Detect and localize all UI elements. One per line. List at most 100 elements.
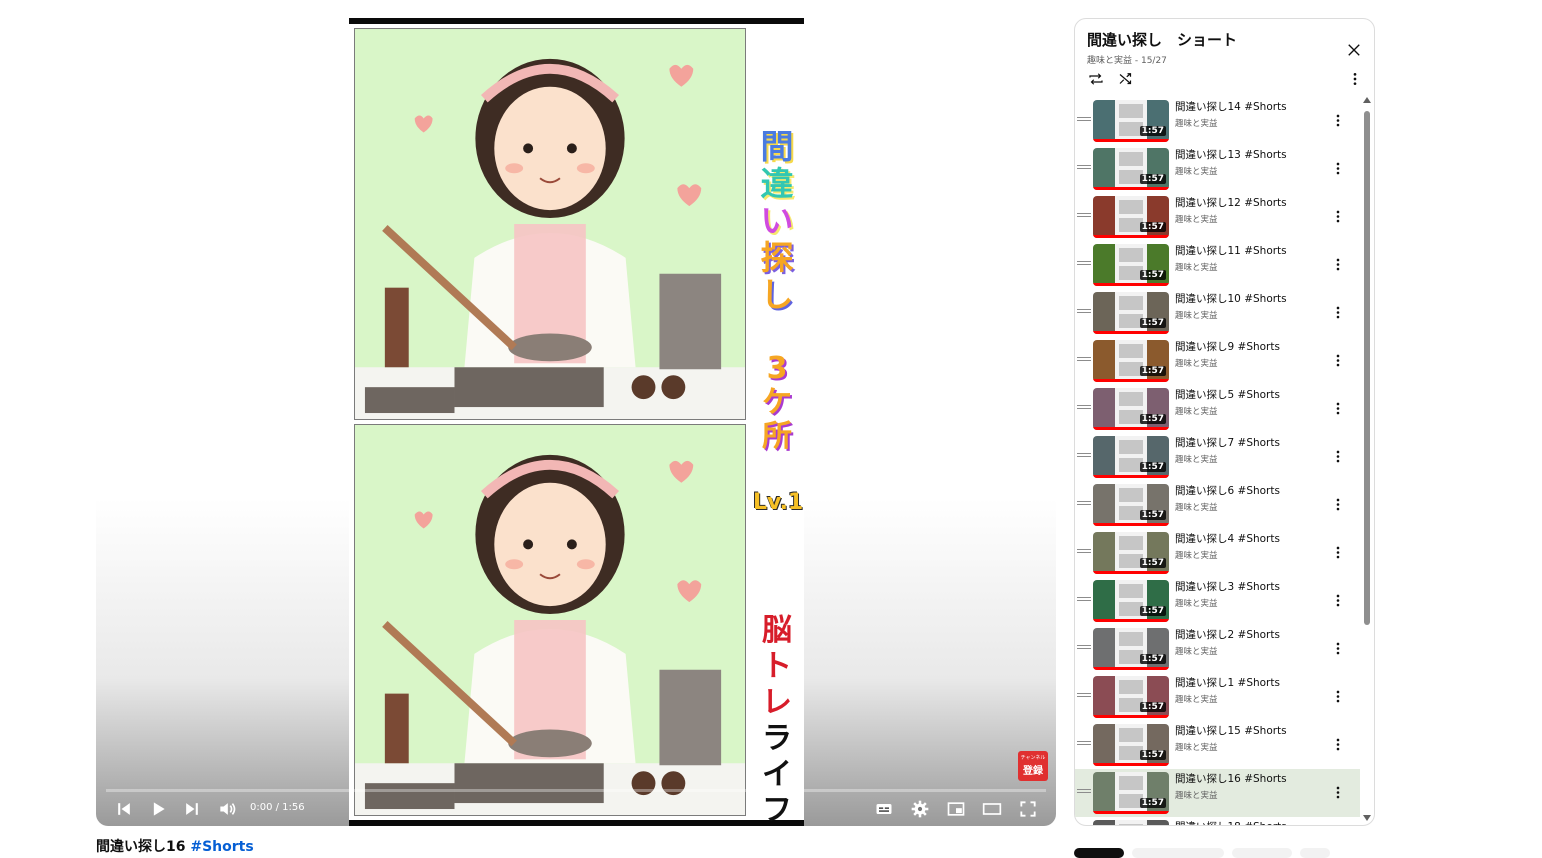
video-thumbnail[interactable]: 1:57 xyxy=(1093,532,1169,574)
playlist-item[interactable]: 1:57 間違い探し7 #Shorts 趣味と実益 xyxy=(1075,433,1360,481)
drag-handle-icon[interactable] xyxy=(1077,645,1091,649)
playlist-title[interactable]: 間違い探し ショート xyxy=(1087,29,1237,50)
video-thumbnail[interactable]: 1:57 xyxy=(1093,628,1169,670)
fullscreen-button[interactable] xyxy=(1016,798,1040,820)
volume-button[interactable] xyxy=(215,798,239,820)
item-menu-button[interactable] xyxy=(1331,639,1345,657)
playlist-item[interactable]: 1:57 間違い探し2 #Shorts 趣味と実益 xyxy=(1075,625,1360,673)
drag-handle-icon[interactable] xyxy=(1077,261,1091,265)
chip[interactable] xyxy=(1132,848,1224,858)
next-button[interactable] xyxy=(180,798,204,820)
playlist-item[interactable]: 1:57 間違い探し3 #Shorts 趣味と実益 xyxy=(1075,577,1360,625)
item-menu-button[interactable] xyxy=(1331,591,1345,609)
playlist-item-title[interactable]: 間違い探し12 #Shorts xyxy=(1175,195,1287,210)
playlist-item[interactable]: 1:57 間違い探し16 #Shorts 趣味と実益 xyxy=(1075,769,1360,817)
video-thumbnail[interactable]: 1:57 xyxy=(1093,436,1169,478)
subtitles-button[interactable] xyxy=(872,798,896,820)
playlist-item[interactable]: 1:57 間違い探し4 #Shorts 趣味と実益 xyxy=(1075,529,1360,577)
video-thumbnail[interactable]: 1:57 xyxy=(1093,196,1169,238)
drag-handle-icon[interactable] xyxy=(1077,549,1091,553)
playlist-item-title[interactable]: 間違い探し16 #Shorts xyxy=(1175,771,1287,786)
playlist-scrollbar[interactable] xyxy=(1362,97,1372,825)
drag-handle-icon[interactable] xyxy=(1077,693,1091,697)
video-thumbnail[interactable]: 1:57 xyxy=(1093,292,1169,334)
playlist-item-title[interactable]: 間違い探し6 #Shorts xyxy=(1175,483,1280,498)
item-menu-button[interactable] xyxy=(1331,303,1345,321)
video-thumbnail[interactable] xyxy=(1093,820,1169,825)
item-menu-button[interactable] xyxy=(1331,207,1345,225)
miniplayer-button[interactable] xyxy=(944,798,968,820)
playlist-item[interactable]: 1:57 間違い探し15 #Shorts 趣味と実益 xyxy=(1075,721,1360,769)
chip[interactable] xyxy=(1300,848,1330,858)
play-button[interactable] xyxy=(146,798,170,820)
playlist-item[interactable]: 1:57 間違い探し13 #Shorts 趣味と実益 xyxy=(1075,145,1360,193)
video-frame[interactable]: 間 違 い 探 し 3 ケ 所 Lv.1 脳 ト レ ラ イ フ xyxy=(349,18,804,826)
playlist-item[interactable]: 間違い探し18 #Shorts xyxy=(1075,817,1360,825)
subscribe-watermark[interactable]: チャンネル 登録 xyxy=(1018,751,1048,781)
drag-handle-icon[interactable] xyxy=(1077,453,1091,457)
shuffle-button[interactable] xyxy=(1115,69,1137,89)
scroll-down-arrow-icon[interactable] xyxy=(1363,815,1371,821)
close-playlist-button[interactable] xyxy=(1341,37,1367,63)
video-thumbnail[interactable]: 1:57 xyxy=(1093,388,1169,430)
playlist-item-title[interactable]: 間違い探し9 #Shorts xyxy=(1175,339,1280,354)
playlist-item-title[interactable]: 間違い探し4 #Shorts xyxy=(1175,531,1280,546)
item-menu-button[interactable] xyxy=(1331,255,1345,273)
video-thumbnail[interactable]: 1:57 xyxy=(1093,580,1169,622)
hashtag-link[interactable]: #Shorts xyxy=(190,839,253,855)
drag-handle-icon[interactable] xyxy=(1077,213,1091,217)
progress-bar[interactable] xyxy=(106,789,1046,792)
playlist-item[interactable]: 1:57 間違い探し6 #Shorts 趣味と実益 xyxy=(1075,481,1360,529)
item-menu-button[interactable] xyxy=(1331,159,1345,177)
video-player[interactable]: 間 違 い 探 し 3 ケ 所 Lv.1 脳 ト レ ラ イ フ チャンネル 登… xyxy=(96,18,1056,826)
settings-button[interactable] xyxy=(908,798,932,820)
playlist-item-title[interactable]: 間違い探し13 #Shorts xyxy=(1175,147,1287,162)
item-menu-button[interactable] xyxy=(1331,351,1345,369)
playlist-item[interactable]: 1:57 間違い探し11 #Shorts 趣味と実益 xyxy=(1075,241,1360,289)
playlist-item-title[interactable]: 間違い探し3 #Shorts xyxy=(1175,579,1280,594)
playlist-item-title[interactable]: 間違い探し14 #Shorts xyxy=(1175,99,1287,114)
playlist-item[interactable]: 1:57 間違い探し12 #Shorts 趣味と実益 xyxy=(1075,193,1360,241)
chip[interactable] xyxy=(1074,848,1124,858)
video-thumbnail[interactable]: 1:57 xyxy=(1093,724,1169,766)
previous-button[interactable] xyxy=(112,798,136,820)
playlist-item-title[interactable]: 間違い探し18 #Shorts xyxy=(1175,819,1287,825)
item-menu-button[interactable] xyxy=(1331,783,1345,801)
drag-handle-icon[interactable] xyxy=(1077,597,1091,601)
drag-handle-icon[interactable] xyxy=(1077,501,1091,505)
playlist-item[interactable]: 1:57 間違い探し14 #Shorts 趣味と実益 xyxy=(1075,97,1360,145)
video-thumbnail[interactable]: 1:57 xyxy=(1093,244,1169,286)
scrollbar-thumb[interactable] xyxy=(1364,111,1370,625)
theater-button[interactable] xyxy=(980,798,1004,820)
item-menu-button[interactable] xyxy=(1331,111,1345,129)
item-menu-button[interactable] xyxy=(1331,447,1345,465)
video-thumbnail[interactable]: 1:57 xyxy=(1093,148,1169,190)
playlist-item-title[interactable]: 間違い探し15 #Shorts xyxy=(1175,723,1287,738)
playlist-item[interactable]: 1:57 間違い探し5 #Shorts 趣味と実益 xyxy=(1075,385,1360,433)
video-thumbnail[interactable]: 1:57 xyxy=(1093,484,1169,526)
video-thumbnail[interactable]: 1:57 xyxy=(1093,772,1169,814)
drag-handle-icon[interactable] xyxy=(1077,165,1091,169)
playlist-item-title[interactable]: 間違い探し2 #Shorts xyxy=(1175,627,1280,642)
playlist-item[interactable]: 1:57 間違い探し10 #Shorts 趣味と実益 xyxy=(1075,289,1360,337)
video-thumbnail[interactable]: 1:57 xyxy=(1093,340,1169,382)
loop-button[interactable] xyxy=(1085,69,1107,89)
video-thumbnail[interactable]: 1:57 xyxy=(1093,100,1169,142)
drag-handle-icon[interactable] xyxy=(1077,741,1091,745)
item-menu-button[interactable] xyxy=(1331,543,1345,561)
chip[interactable] xyxy=(1232,848,1292,858)
drag-handle-icon[interactable] xyxy=(1077,789,1091,793)
playlist-item-title[interactable]: 間違い探し10 #Shorts xyxy=(1175,291,1287,306)
playlist-item-title[interactable]: 間違い探し1 #Shorts xyxy=(1175,675,1280,690)
item-menu-button[interactable] xyxy=(1331,735,1345,753)
item-menu-button[interactable] xyxy=(1331,687,1345,705)
drag-handle-icon[interactable] xyxy=(1077,405,1091,409)
scroll-up-arrow-icon[interactable] xyxy=(1363,97,1371,103)
drag-handle-icon[interactable] xyxy=(1077,309,1091,313)
playlist-item-title[interactable]: 間違い探し5 #Shorts xyxy=(1175,387,1280,402)
drag-handle-icon[interactable] xyxy=(1077,357,1091,361)
playlist-item-title[interactable]: 間違い探し7 #Shorts xyxy=(1175,435,1280,450)
playlist-more-button[interactable] xyxy=(1347,69,1363,89)
item-menu-button[interactable] xyxy=(1331,399,1345,417)
drag-handle-icon[interactable] xyxy=(1077,117,1091,121)
